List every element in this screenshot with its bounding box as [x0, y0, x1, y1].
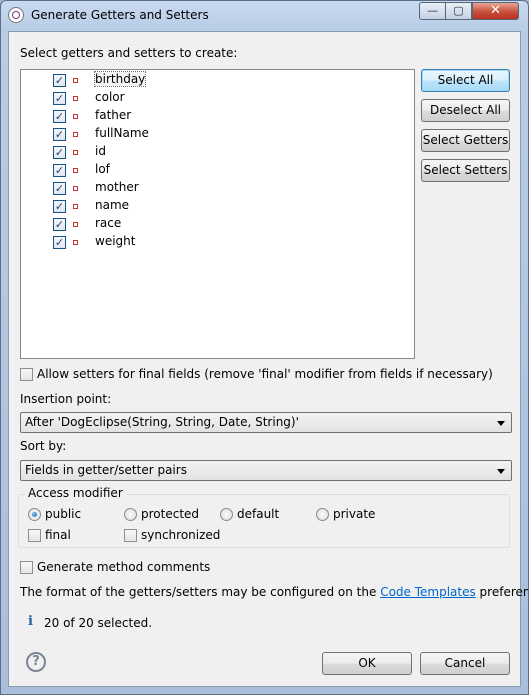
- item-label: mother: [95, 180, 139, 194]
- default-radio[interactable]: [220, 508, 233, 521]
- item-checkbox[interactable]: ✓: [53, 218, 66, 231]
- footer-suffix: preference page.: [479, 585, 528, 599]
- private-field-icon: [73, 132, 78, 137]
- dialog-body: Select getters and setters to create: ✓ b…: [8, 31, 528, 687]
- item-label: race: [95, 216, 122, 230]
- minimize-button[interactable]: —: [419, 2, 446, 20]
- private-field-icon: [73, 78, 78, 83]
- fields-list[interactable]: ✓ birthday ✓ color ✓ father ✓ fullName ✓ id ✓ lof ✓ m…: [20, 69, 415, 359]
- list-item[interactable]: ✓ id: [21, 143, 414, 161]
- list-label: Select getters and setters to create:: [20, 46, 238, 60]
- ok-button[interactable]: OK: [322, 652, 412, 675]
- item-label: fullName: [95, 126, 149, 140]
- eclipse-icon: [8, 7, 24, 23]
- item-checkbox[interactable]: ✓: [53, 128, 66, 141]
- item-checkbox[interactable]: ✓: [53, 182, 66, 195]
- item-checkbox[interactable]: ✓: [53, 146, 66, 159]
- list-item[interactable]: ✓ birthday: [21, 71, 414, 89]
- item-label: birthday: [93, 71, 147, 87]
- generate-comments-label: Generate method comments: [37, 560, 211, 574]
- maximize-button[interactable]: ▢: [445, 2, 472, 20]
- status-text: 20 of 20 selected.: [44, 616, 153, 630]
- title-bar[interactable]: Generate Getters and Setters — ▢ ✕: [1, 1, 528, 31]
- list-item[interactable]: ✓ mother: [21, 179, 414, 197]
- public-label: public: [45, 507, 82, 521]
- code-templates-link[interactable]: Code Templates: [380, 585, 476, 599]
- dialog-window: Generate Getters and Setters — ▢ ✕ Selec…: [0, 0, 529, 695]
- private-field-icon: [73, 240, 78, 245]
- private-field-icon: [73, 168, 78, 173]
- item-checkbox[interactable]: ✓: [53, 92, 66, 105]
- private-label: private: [333, 507, 376, 521]
- final-checkbox[interactable]: [28, 529, 41, 542]
- generate-comments-checkbox[interactable]: [20, 561, 33, 574]
- footer-prefix: The format of the getters/setters may be…: [20, 585, 381, 599]
- protected-radio[interactable]: [124, 508, 137, 521]
- select-all-button[interactable]: Select All: [421, 69, 510, 92]
- footer-text: The format of the getters/setters may be…: [20, 585, 528, 599]
- public-radio[interactable]: [28, 508, 41, 521]
- select-getters-button[interactable]: Select Getters: [421, 129, 510, 152]
- access-modifier-group: [18, 494, 510, 548]
- private-radio[interactable]: [316, 508, 329, 521]
- private-field-icon: [73, 114, 78, 119]
- list-item[interactable]: ✓ father: [21, 107, 414, 125]
- select-setters-button[interactable]: Select Setters: [421, 159, 510, 182]
- insertion-point-value: After 'DogEclipse(String, String, Date, …: [25, 415, 299, 429]
- private-field-icon: [73, 222, 78, 227]
- chevron-down-icon: [497, 469, 505, 474]
- insertion-point-select[interactable]: After 'DogEclipse(String, String, Date, …: [20, 412, 512, 433]
- list-item[interactable]: ✓ color: [21, 89, 414, 107]
- synchronized-checkbox[interactable]: [124, 529, 137, 542]
- item-checkbox[interactable]: ✓: [53, 236, 66, 249]
- help-icon[interactable]: ?: [26, 652, 46, 672]
- private-field-icon: [73, 150, 78, 155]
- access-modifier-title: Access modifier: [25, 486, 126, 500]
- item-checkbox[interactable]: ✓: [53, 200, 66, 213]
- allow-final-checkbox[interactable]: [20, 368, 33, 381]
- deselect-all-button[interactable]: Deselect All: [421, 99, 510, 122]
- info-icon: i: [28, 614, 33, 629]
- item-label: name: [95, 198, 130, 212]
- item-label: lof: [95, 162, 110, 176]
- item-label: color: [95, 90, 125, 104]
- window-title: Generate Getters and Setters: [31, 8, 209, 22]
- private-field-icon: [73, 204, 78, 209]
- allow-final-label: Allow setters for final fields (remove '…: [37, 367, 493, 381]
- item-checkbox[interactable]: ✓: [53, 74, 66, 87]
- insertion-point-label: Insertion point:: [20, 392, 112, 406]
- sort-by-select[interactable]: Fields in getter/setter pairs: [20, 460, 512, 481]
- list-item[interactable]: ✓ lof: [21, 161, 414, 179]
- sort-by-value: Fields in getter/setter pairs: [25, 463, 187, 477]
- synchronized-label: synchronized: [141, 528, 221, 542]
- private-field-icon: [73, 186, 78, 191]
- final-label: final: [45, 528, 71, 542]
- list-item[interactable]: ✓ race: [21, 215, 414, 233]
- sort-by-label: Sort by:: [20, 439, 67, 453]
- close-button[interactable]: ✕: [472, 2, 519, 20]
- list-item[interactable]: ✓ name: [21, 197, 414, 215]
- chevron-down-icon: [497, 421, 505, 426]
- default-label: default: [237, 507, 280, 521]
- protected-label: protected: [141, 507, 200, 521]
- list-item[interactable]: ✓ fullName: [21, 125, 414, 143]
- item-label: father: [95, 108, 132, 122]
- cancel-button[interactable]: Cancel: [420, 652, 510, 675]
- private-field-icon: [73, 96, 78, 101]
- item-checkbox[interactable]: ✓: [53, 164, 66, 177]
- item-checkbox[interactable]: ✓: [53, 110, 66, 123]
- item-label: id: [95, 144, 106, 158]
- list-item[interactable]: ✓ weight: [21, 233, 414, 251]
- item-label: weight: [95, 234, 136, 248]
